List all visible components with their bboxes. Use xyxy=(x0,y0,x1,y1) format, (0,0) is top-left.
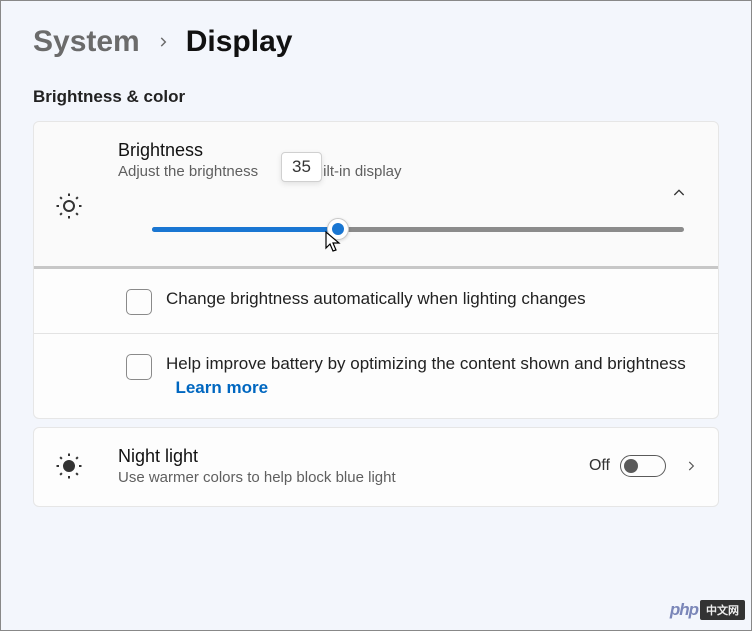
sun-icon xyxy=(54,191,84,221)
collapse-button[interactable] xyxy=(664,178,694,208)
section-title: Brightness & color xyxy=(33,87,719,107)
auto-brightness-checkbox[interactable] xyxy=(126,289,152,315)
breadcrumb-parent[interactable]: System xyxy=(33,25,140,59)
battery-opt-checkbox[interactable] xyxy=(126,354,152,380)
brightness-tooltip: 35 xyxy=(281,152,322,182)
learn-more-link[interactable]: Learn more xyxy=(175,378,268,397)
night-light-card: Night light Use warmer colors to help bl… xyxy=(33,427,719,507)
night-light-desc: Use warmer colors to help block blue lig… xyxy=(118,469,589,486)
watermark-left: php xyxy=(670,600,698,620)
auto-brightness-row: Change brightness automatically when lig… xyxy=(34,269,718,333)
battery-opt-row: Help improve battery by optimizing the c… xyxy=(34,334,718,418)
brightness-slider[interactable] xyxy=(152,220,684,238)
watermark-right: 中文网 xyxy=(700,600,745,620)
brightness-card: Brightness Adjust the brightness XXXX bu… xyxy=(33,121,719,419)
brightness-desc: Adjust the brightness XXXX built-in disp… xyxy=(118,163,698,180)
watermark: php 中文网 xyxy=(670,600,745,620)
brightness-title: Brightness xyxy=(118,140,698,161)
brightness-row: Brightness Adjust the brightness XXXX bu… xyxy=(34,122,718,266)
battery-opt-text: Help improve battery by optimizing the c… xyxy=(166,354,686,373)
battery-opt-label: Help improve battery by optimizing the c… xyxy=(166,352,698,400)
breadcrumb: System Display xyxy=(33,25,719,59)
chevron-right-icon xyxy=(156,35,170,49)
night-light-icon xyxy=(54,451,84,481)
chevron-up-icon xyxy=(671,185,687,201)
night-light-row[interactable]: Night light Use warmer colors to help bl… xyxy=(34,428,718,506)
breadcrumb-current: Display xyxy=(186,25,293,59)
auto-brightness-label: Change brightness automatically when lig… xyxy=(166,287,586,315)
chevron-right-icon[interactable] xyxy=(684,459,698,473)
brightness-desc-pre: Adjust the brightness xyxy=(118,163,258,180)
night-light-toggle[interactable]: Off xyxy=(589,455,666,477)
night-light-title: Night light xyxy=(118,446,589,467)
night-light-state: Off xyxy=(589,457,610,475)
